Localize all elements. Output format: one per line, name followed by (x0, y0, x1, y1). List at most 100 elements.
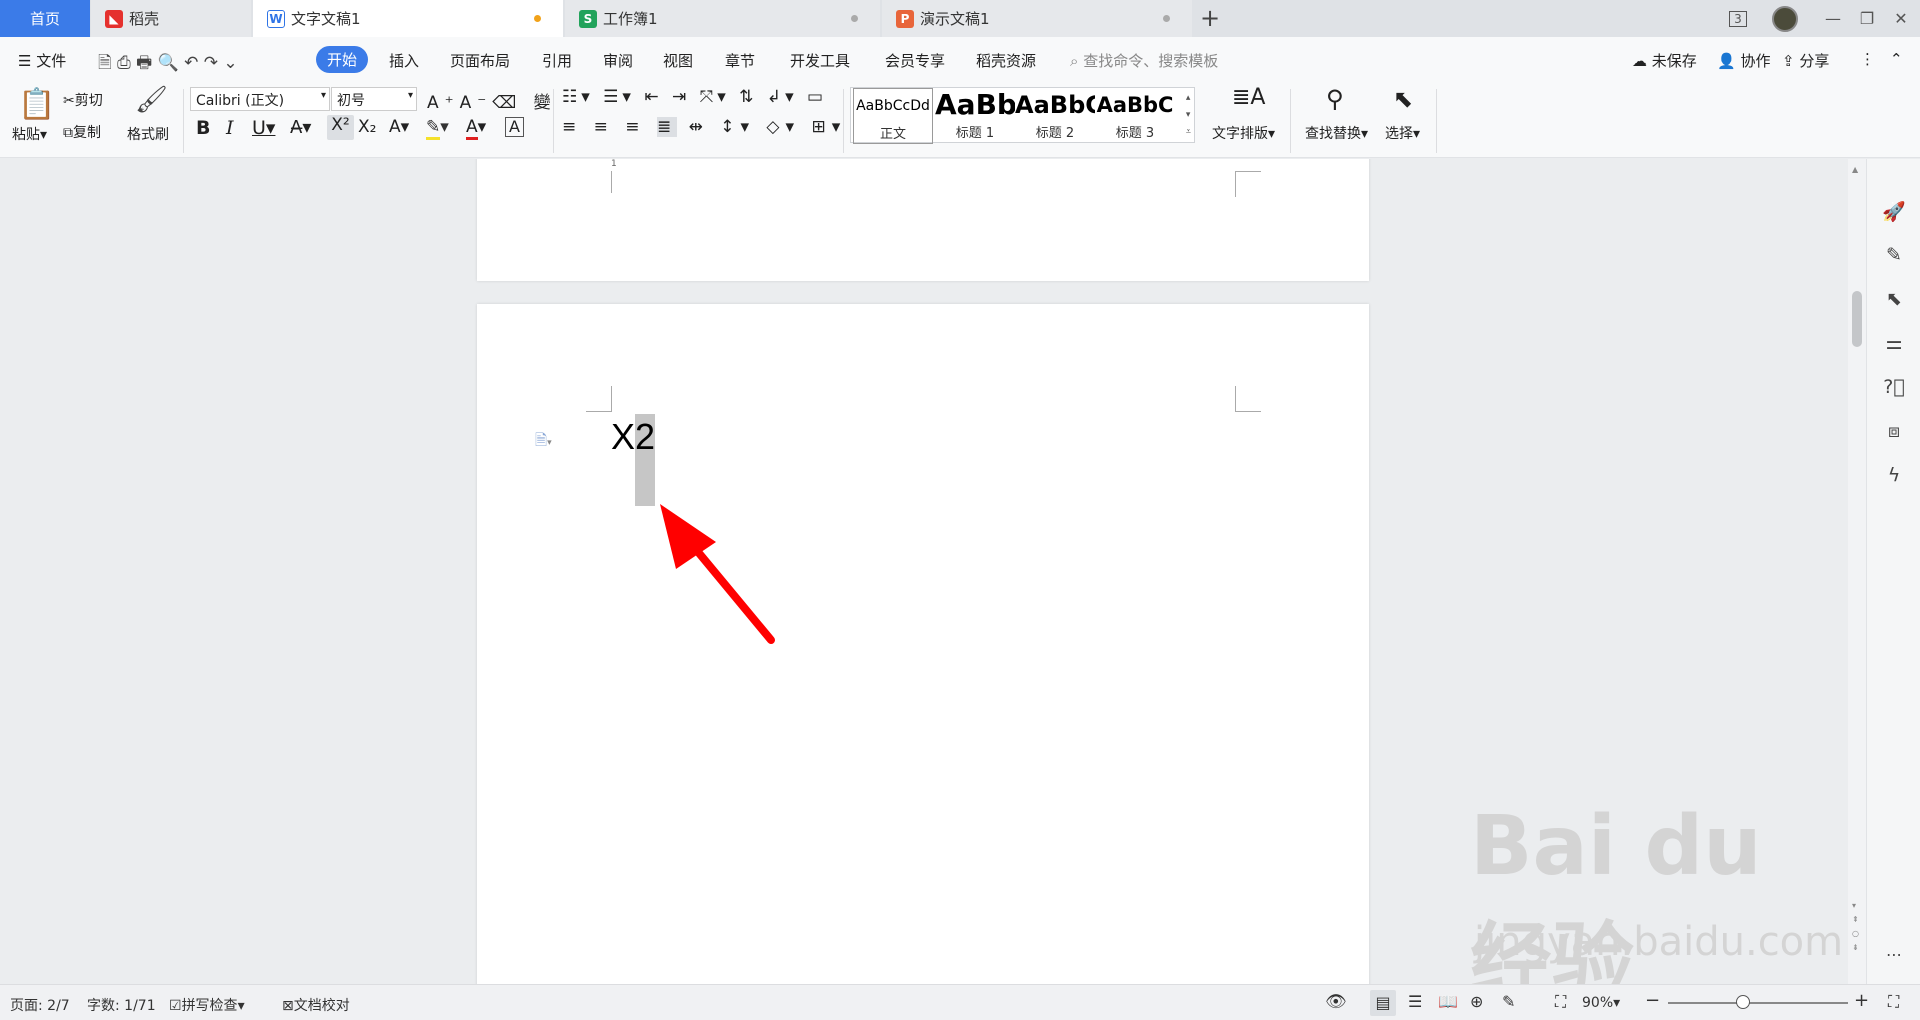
menu-dev-tools[interactable]: 开发工具 (790, 50, 850, 71)
restore-icon[interactable]: ❐ (1852, 0, 1882, 37)
scroll-thumb[interactable] (1852, 291, 1862, 347)
menu-references[interactable]: 引用 (542, 50, 572, 71)
cursor-icon[interactable]: ⬉ (1393, 85, 1413, 113)
search-command[interactable]: ⌕ 查找命令、搜索模板 (1070, 50, 1218, 71)
subscript-button[interactable]: X₂ (358, 117, 376, 137)
sliders-icon[interactable]: ⚌ (1867, 328, 1920, 358)
paste-button[interactable]: 粘贴▾ (12, 124, 47, 144)
tab-workbook[interactable]: S 工作簿1 (565, 0, 880, 37)
zoom-select[interactable]: 90%▾ (1582, 995, 1620, 1011)
scroll-up-icon[interactable]: ▲ (1852, 165, 1858, 174)
page-nav-icons[interactable]: ▾ ⇞ ○ ⇟ (1852, 899, 1859, 955)
format-painter-button[interactable]: 格式刷 (127, 124, 169, 144)
fullscreen-icon[interactable]: ⛶ (1888, 992, 1899, 1012)
menu-member[interactable]: 会员专享 (885, 50, 945, 71)
cut-button[interactable]: ✂剪切 (63, 90, 103, 110)
font-name-select[interactable]: Calibri (正文) ▾ (190, 87, 330, 111)
avatar[interactable] (1770, 0, 1800, 37)
template-icon[interactable]: ⧈ (1867, 416, 1920, 446)
tab-presentation[interactable]: P 演示文稿1 (882, 0, 1192, 37)
strikethrough-button[interactable]: A̶▾ (290, 117, 311, 138)
fit-page-icon[interactable]: ⛶ (1555, 992, 1566, 1012)
page-1[interactable]: 1 (477, 159, 1369, 281)
close-icon[interactable]: ✕ (1886, 0, 1916, 37)
menu-home[interactable]: 开始 (316, 46, 369, 73)
spell-check-button[interactable]: ☑拼写检查▾ (169, 995, 245, 1015)
style-heading3[interactable]: AaBbC 标题 3 (1095, 88, 1175, 144)
cursor-select-icon[interactable]: ⬉ (1867, 284, 1920, 314)
menu-insert[interactable]: 插入 (389, 50, 419, 71)
help-icon[interactable]: ?⃝ (1867, 372, 1920, 402)
share-button[interactable]: ⇪ 分享 (1782, 50, 1829, 71)
selected-text[interactable]: 2 (635, 414, 656, 506)
body-text[interactable]: X (611, 416, 635, 457)
menu-section[interactable]: 章节 (725, 50, 755, 71)
zoom-slider-track[interactable] (1668, 1002, 1848, 1004)
bold-button[interactable]: B (196, 117, 210, 139)
style-normal[interactable]: AaBbCcDd 正文 (853, 88, 933, 144)
lightning-icon[interactable]: ϟ (1867, 460, 1920, 490)
text-layout-icon[interactable]: ≣A (1232, 85, 1265, 110)
menu-layout[interactable]: 页面布局 (450, 50, 510, 71)
rocket-icon[interactable]: 🚀 (1867, 196, 1920, 226)
paragraph-handle-icon[interactable]: 🗎▾ (535, 430, 552, 455)
menu-resources[interactable]: 稻壳资源 (976, 50, 1036, 71)
find-icon[interactable]: ⚲ (1326, 85, 1344, 113)
format-painter-icon[interactable]: 🖌 (135, 85, 168, 115)
align-tools[interactable]: ≡ ≡ ≡ ≣ ⇹ ↕▾ ◇▾ ⊞▾ (562, 117, 846, 137)
tab-daoke[interactable]: ◣ 稻壳 (91, 0, 251, 37)
pen-icon[interactable]: ✎ (1867, 240, 1920, 270)
outline-view-icon[interactable]: ☰ (1408, 992, 1422, 1011)
web-view-icon[interactable]: ⊕ (1470, 992, 1483, 1011)
zoom-slider-thumb[interactable] (1736, 995, 1750, 1009)
page-2[interactable]: 🗎▾ X2 (477, 304, 1369, 984)
zoom-in-button[interactable]: + (1854, 990, 1869, 1011)
eye-protect-icon[interactable]: 👁 (1325, 992, 1347, 1012)
page-view-icon[interactable]: ▤ (1370, 990, 1396, 1016)
find-replace-button[interactable]: 查找替换▾ (1305, 123, 1368, 143)
style-gallery[interactable]: AaBbCcDd 正文 AaBb 标题 1 AaBbC 标题 2 AaBbC 标题 3 … (850, 87, 1195, 144)
text-layout-button[interactable]: 文字排版▾ (1212, 123, 1275, 143)
word-count[interactable]: 字数: 1/71 (87, 995, 156, 1015)
style-heading1[interactable]: AaBb 标题 1 (935, 88, 1015, 144)
select-button[interactable]: 选择▾ (1385, 123, 1420, 143)
list-tools[interactable]: ☷▾ ☰▾ ⇤ ⇥ ⤧▾ ⇅ ↲▾ ▭ (562, 87, 827, 107)
vertical-scrollbar[interactable]: ▲ ▾ ⇞ ○ ⇟ (1848, 159, 1866, 984)
font-color-button[interactable]: A▾ (466, 117, 486, 140)
unsaved-button[interactable]: ☁ 未保存 (1632, 50, 1697, 71)
zoom-out-button[interactable]: − (1645, 990, 1660, 1011)
tab-close-dot[interactable] (851, 15, 858, 22)
quick-access-icons[interactable]: 🗎 ⎙ 🖶 🔍 ↶ ↷ ⌄ (98, 50, 238, 79)
tab-document[interactable]: W 文字文稿1 (253, 0, 563, 37)
style-heading2[interactable]: AaBbC 标题 2 (1015, 88, 1095, 144)
new-tab-button[interactable]: + (1200, 4, 1220, 32)
paste-icon[interactable]: 📋 (18, 87, 55, 122)
collapse-ribbon-icon[interactable]: ⌃ (1890, 50, 1903, 68)
menu-review[interactable]: 审阅 (603, 50, 633, 71)
text-effect-button[interactable]: A▾ (389, 117, 409, 137)
file-menu[interactable]: ☰ 文件 (18, 50, 66, 71)
document-canvas[interactable]: 1 🗎▾ X2 Bai du 经验 jingyan.baidu.com (0, 159, 1848, 984)
italic-button[interactable]: I (226, 117, 234, 139)
style-scroll-arrows[interactable]: ▴ ▾ ⩡ (1186, 90, 1191, 141)
menu-view[interactable]: 视图 (663, 50, 693, 71)
more-options-icon[interactable]: ⋯ (1867, 939, 1920, 969)
highlight-button[interactable]: ✎▾ (426, 117, 449, 140)
font-size-tools[interactable]: A⁺A⁻⌫ 變 (427, 88, 557, 113)
document-text[interactable]: X2 (611, 414, 656, 506)
page-indicator[interactable]: 页面: 2/7 (10, 995, 70, 1015)
window-count-button[interactable]: 3 (1720, 0, 1756, 37)
more-icon[interactable]: ⋮ (1860, 50, 1875, 68)
tab-close-dot[interactable] (1163, 15, 1170, 22)
copy-button[interactable]: ⧉复制 (63, 122, 101, 142)
underline-button[interactable]: U▾ (252, 117, 275, 139)
collab-button[interactable]: 👤 协作 (1717, 50, 1770, 71)
read-view-icon[interactable]: 📖 (1438, 992, 1458, 1011)
font-size-select[interactable]: 初号 ▾ (331, 87, 417, 111)
doc-proof-button[interactable]: ⊠文档校对 (282, 995, 350, 1015)
tab-home[interactable]: 首页 (0, 0, 90, 37)
minimize-icon[interactable]: — (1818, 0, 1848, 37)
write-view-icon[interactable]: ✎ (1502, 992, 1515, 1011)
char-border-button[interactable]: A (505, 117, 524, 137)
superscript-button[interactable]: X² (327, 115, 354, 140)
